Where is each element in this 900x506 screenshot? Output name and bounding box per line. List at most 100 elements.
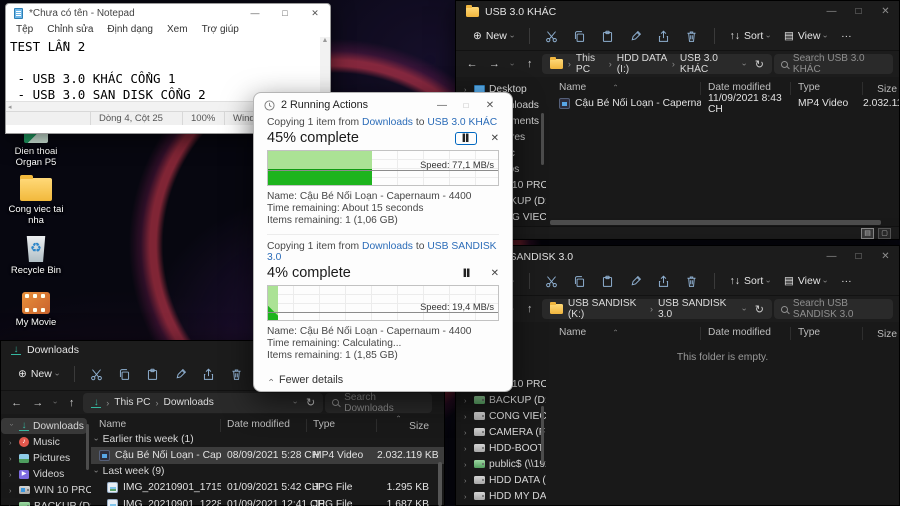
- forward-icon[interactable]: →: [484, 58, 504, 70]
- file-row[interactable]: Cậu Bé Nối Loạn - Capernaum - 4400 08/09…: [91, 447, 444, 464]
- sidebar-item-videos[interactable]: ›▶Videos: [1, 466, 91, 482]
- recent-locations-icon[interactable]: ›: [50, 397, 59, 408]
- menu-tro-giup[interactable]: Trợ giúp: [202, 24, 239, 35]
- sidebar-scrollbar[interactable]: [86, 424, 89, 470]
- delete-icon[interactable]: [223, 368, 251, 381]
- source-link[interactable]: Downloads: [362, 241, 413, 252]
- details-view-icon[interactable]: ▤: [861, 227, 874, 239]
- sidebar-item-hdd-boot[interactable]: ›HDD-BOOT (G:): [456, 440, 546, 456]
- close-icon[interactable]: ✕: [478, 100, 502, 111]
- column-header-type[interactable]: Type: [791, 82, 863, 95]
- cancel-copy-icon[interactable]: ✕: [477, 133, 499, 144]
- group-header[interactable]: › Earlier this week (1): [91, 432, 444, 447]
- maximize-icon[interactable]: □: [845, 6, 872, 17]
- up-icon[interactable]: ↑: [520, 58, 540, 70]
- address-bar[interactable]: USB SANDISK (K:) › USB SANDISK 3.0 › ↻: [541, 298, 772, 320]
- up-icon[interactable]: ↑: [62, 397, 81, 409]
- breadcrumb[interactable]: USB SANDISK 3.0: [658, 298, 733, 320]
- column-header-date[interactable]: Date modified: [701, 327, 791, 340]
- back-icon[interactable]: ←: [7, 397, 26, 409]
- pause-button[interactable]: ▐▌: [455, 131, 477, 145]
- destination-link[interactable]: USB 3.0 KHÁC: [427, 117, 497, 128]
- address-bar[interactable]: › This PC › HDD DATA (I:) › USB 3.0 KHÁC › …: [541, 53, 772, 75]
- titlebar[interactable]: USB SANDISK 3.0 — □ ✕: [456, 246, 899, 267]
- vertical-scrollbar[interactable]: [438, 462, 442, 506]
- cut-icon[interactable]: [538, 30, 566, 43]
- file-row[interactable]: IMG_20210901_171552_404 01/09/2021 5:42 …: [91, 479, 444, 496]
- sidebar-scrollbar[interactable]: [541, 113, 544, 165]
- back-icon[interactable]: ←: [462, 58, 482, 70]
- breadcrumb[interactable]: Downloads: [163, 397, 213, 408]
- close-icon[interactable]: ✕: [872, 6, 899, 17]
- pause-button[interactable]: ▐▌: [457, 268, 477, 279]
- column-header-name[interactable]: › Name: [546, 82, 701, 95]
- rename-icon[interactable]: [622, 275, 650, 288]
- minimize-icon[interactable]: —: [430, 100, 454, 111]
- menu-chinh-sua[interactable]: Chỉnh sửa: [47, 24, 93, 35]
- sidebar-item-win10pro[interactable]: ›WIN 10 PRO (C:): [1, 482, 91, 498]
- icons-view-icon[interactable]: ▢: [878, 227, 891, 239]
- breadcrumb[interactable]: This PC: [576, 53, 604, 75]
- rename-icon[interactable]: [622, 30, 650, 43]
- search-input[interactable]: Search Downloads: [325, 392, 432, 414]
- column-header-name[interactable]: › Name: [546, 327, 701, 340]
- file-row[interactable]: Cậu Bé Nối Loạn - Capernaum - 4400 11/09…: [546, 93, 899, 115]
- column-header-name[interactable]: Name: [91, 419, 221, 432]
- maximize-icon[interactable]: □: [845, 251, 872, 262]
- menu-tep[interactable]: Tệp: [16, 24, 33, 35]
- new-button[interactable]: ⊕New›: [466, 25, 521, 47]
- minimize-icon[interactable]: —: [818, 6, 845, 17]
- file-row[interactable]: IMG_20210901_122807_177 01/09/2021 12:41…: [91, 496, 444, 506]
- notepad-titlebar[interactable]: *Chưa có tên - Notepad — □ ✕: [6, 4, 330, 22]
- refresh-icon[interactable]: ↻: [306, 396, 315, 409]
- sort-button[interactable]: ↑↓Sort›: [723, 25, 777, 47]
- rename-icon[interactable]: [167, 368, 195, 381]
- search-input[interactable]: Search USB SANDISK 3.0: [773, 298, 893, 320]
- paste-icon[interactable]: [594, 275, 622, 288]
- view-button[interactable]: ▤ View ›: [777, 270, 834, 292]
- column-header-type[interactable]: Type: [791, 327, 863, 340]
- recent-locations-icon[interactable]: ›: [508, 58, 517, 69]
- share-icon[interactable]: [650, 30, 678, 43]
- desktop-icon-recycle-bin[interactable]: Recycle Bin: [4, 236, 68, 276]
- paste-icon[interactable]: [139, 368, 167, 381]
- search-input[interactable]: Search USB 3.0 KHÁC: [773, 53, 893, 75]
- sidebar-scrollbar[interactable]: [541, 406, 544, 464]
- titlebar[interactable]: USB 3.0 KHÁC — □ ✕: [456, 1, 899, 22]
- new-button[interactable]: ⊕New›: [11, 363, 66, 385]
- more-button[interactable]: ···: [834, 270, 859, 292]
- maximize-icon[interactable]: □: [270, 8, 300, 18]
- cut-icon[interactable]: [538, 275, 566, 288]
- delete-icon[interactable]: [678, 275, 706, 288]
- share-icon[interactable]: [650, 275, 678, 288]
- sidebar-item-cong-viec[interactable]: ›CONG VIEC (E:): [456, 408, 546, 424]
- copy-icon[interactable]: [566, 30, 594, 43]
- source-link[interactable]: Downloads: [362, 117, 413, 128]
- chevron-down-icon[interactable]: ›: [291, 401, 300, 404]
- dialog-titlebar[interactable]: 2 Running Actions — □ ✕: [254, 93, 512, 117]
- column-header-date[interactable]: Date modified: [221, 419, 307, 432]
- column-header-date[interactable]: Date modified: [701, 82, 791, 95]
- sidebar-item-public-share[interactable]: ›public$ (\\192.1: [456, 456, 546, 472]
- close-icon[interactable]: ✕: [300, 8, 330, 19]
- chevron-down-icon[interactable]: ›: [740, 63, 749, 66]
- address-bar[interactable]: ↓ › This PC › Downloads › ↻: [83, 392, 324, 413]
- column-header-size[interactable]: Size: [863, 84, 899, 95]
- delete-icon[interactable]: [678, 30, 706, 43]
- sidebar-item-camera[interactable]: ›CAMERA (F:): [456, 424, 546, 440]
- column-header-size[interactable]: › Size: [377, 415, 429, 432]
- group-header[interactable]: › Last week (9): [91, 464, 444, 479]
- column-header-size[interactable]: Size: [863, 329, 899, 340]
- close-icon[interactable]: ✕: [872, 251, 899, 262]
- breadcrumb[interactable]: USB SANDISK (K:): [568, 298, 645, 320]
- cancel-copy-icon[interactable]: ✕: [477, 268, 499, 279]
- minimize-icon[interactable]: —: [240, 8, 270, 18]
- sidebar-item-hdd-my-data[interactable]: ›HDD MY DATA (: [456, 488, 546, 504]
- sidebar-item-backup[interactable]: ›BACKUP (D:): [456, 392, 546, 408]
- desktop-icon-cong-viec[interactable]: Cong viec tai nha: [4, 175, 68, 226]
- sidebar-item-downloads[interactable]: ›↓Downloads: [1, 418, 87, 434]
- forward-icon[interactable]: →: [28, 397, 47, 409]
- copy-icon[interactable]: [111, 368, 139, 381]
- refresh-icon[interactable]: ↻: [755, 303, 764, 316]
- menu-dinh-dang[interactable]: Định dạng: [107, 24, 153, 35]
